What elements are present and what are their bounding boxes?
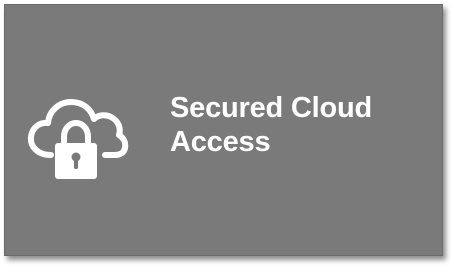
tile-title: Secured Cloud Access [170, 91, 430, 159]
secured-cloud-access-tile[interactable]: Secured Cloud Access [4, 4, 443, 256]
tile-title-line2: Access [170, 126, 271, 158]
tile-title-line1: Secured Cloud [170, 92, 373, 124]
cloud-lock-icon [25, 93, 129, 185]
